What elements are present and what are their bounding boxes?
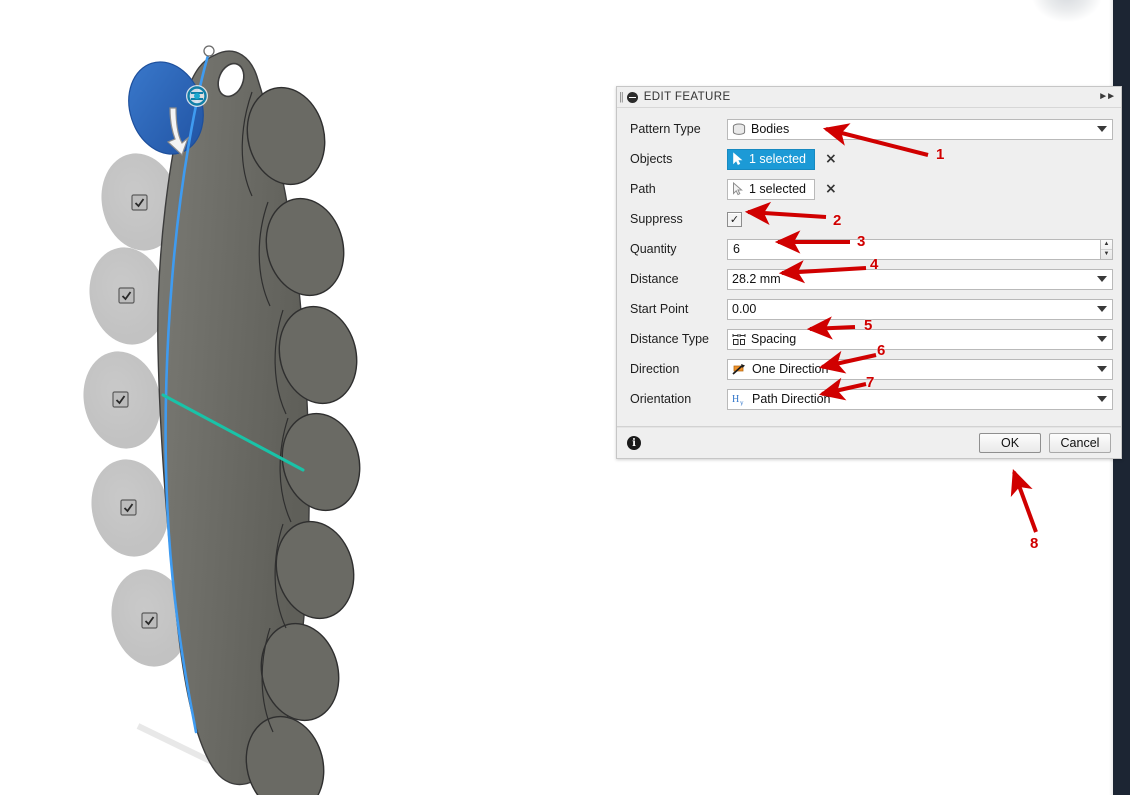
drag-grip-icon[interactable]: || <box>619 91 624 103</box>
quantity-input[interactable]: 6 <box>727 238 1100 260</box>
row-distance-type: Distance Type Spacing <box>625 324 1113 354</box>
suppress-label: Suppress <box>630 212 683 226</box>
suppress-checkbox[interactable]: ✓ <box>727 211 742 227</box>
cad-3d-viewport[interactable] <box>0 0 610 795</box>
start-point-input[interactable]: 0.00 <box>727 298 1113 320</box>
direction-combo[interactable]: One Direction <box>727 358 1113 380</box>
chevron-down-icon[interactable] <box>1097 336 1107 342</box>
objects-select-value: 1 selected <box>749 152 806 166</box>
chevron-down-icon[interactable] <box>1097 396 1107 402</box>
checkmark-icon: ✓ <box>729 212 740 226</box>
expand-right-icon[interactable]: ►► <box>1098 91 1116 102</box>
edit-feature-dialog[interactable]: || EDIT FEATURE ►► Pattern Type Bodies O… <box>616 86 1122 459</box>
annotation-number-8: 8 <box>1030 535 1039 552</box>
distance-type-combo[interactable]: Spacing <box>727 328 1113 350</box>
distance-type-label: Distance Type <box>630 332 709 346</box>
flip-direction-glyph[interactable] <box>186 85 208 107</box>
path-endpoint-handle <box>203 45 215 57</box>
orientation-label: Orientation <box>630 392 692 406</box>
path-select-button[interactable]: 1 selected <box>727 178 815 200</box>
dialog-title: EDIT FEATURE <box>643 91 731 103</box>
pattern-type-value: Bodies <box>751 122 790 136</box>
ok-button[interactable]: OK <box>979 433 1041 453</box>
path-select-value: 1 selected <box>749 182 806 196</box>
direction-value: One Direction <box>752 362 829 376</box>
svg-text:H: H <box>732 394 739 405</box>
stepper-up-icon[interactable]: ▲ <box>1101 240 1112 250</box>
path-label: Path <box>630 182 656 196</box>
row-quantity: Quantity 6 ▲ ▼ <box>625 234 1113 264</box>
annotation-arrow-8 <box>1010 468 1038 533</box>
stepper-down-icon[interactable]: ▼ <box>1101 250 1112 259</box>
objects-select-button[interactable]: 1 selected <box>727 148 815 170</box>
chevron-down-icon[interactable] <box>1097 126 1107 132</box>
cursor-arrow-outline-icon <box>732 182 744 196</box>
dialog-footer: i OK Cancel <box>617 427 1121 458</box>
row-start-point: Start Point 0.00 <box>625 294 1113 324</box>
objects-label: Objects <box>630 152 673 166</box>
row-direction: Direction One Direction <box>625 354 1113 384</box>
distance-input[interactable]: 28.2 mm <box>727 268 1113 290</box>
row-suppress: Suppress ✓ <box>625 204 1113 234</box>
row-path: Path 1 selected × <box>625 174 1113 204</box>
row-distance: Distance 28.2 mm <box>625 264 1113 294</box>
start-point-label: Start Point <box>630 302 689 316</box>
distance-type-value: Spacing <box>751 332 797 346</box>
pattern-type-label: Pattern Type <box>630 122 701 136</box>
chevron-down-icon[interactable] <box>1097 276 1107 282</box>
model-canvas[interactable] <box>0 0 610 795</box>
orientation-value: Path Direction <box>752 392 831 406</box>
row-pattern-type: Pattern Type Bodies <box>625 114 1113 144</box>
path-direction-icon: H y <box>732 393 747 406</box>
path-clear-icon[interactable]: × <box>825 182 837 196</box>
svg-text:y: y <box>740 399 744 406</box>
cursor-arrow-icon <box>732 152 744 166</box>
collapse-icon[interactable] <box>626 91 638 103</box>
quantity-stepper[interactable]: ▲ ▼ <box>1100 238 1113 260</box>
viewcube-glow <box>1032 0 1102 22</box>
distance-value: 28.2 mm <box>732 272 781 286</box>
row-objects: Objects 1 selected × <box>625 144 1113 174</box>
objects-clear-icon[interactable]: × <box>825 152 837 166</box>
row-orientation: Orientation H y Path Direction <box>625 384 1113 414</box>
direction-label: Direction <box>630 362 680 376</box>
spacing-icon <box>732 333 746 346</box>
body-icon <box>732 123 746 136</box>
cancel-button[interactable]: Cancel <box>1049 433 1111 453</box>
info-icon[interactable]: i <box>627 436 641 450</box>
chevron-down-icon[interactable] <box>1097 366 1107 372</box>
dialog-titlebar[interactable]: || EDIT FEATURE ►► <box>617 87 1121 108</box>
chevron-down-icon[interactable] <box>1097 306 1107 312</box>
distance-label: Distance <box>630 272 679 286</box>
dialog-body: Pattern Type Bodies Objects 1 selected ×… <box>617 108 1121 420</box>
quantity-label: Quantity <box>630 242 677 256</box>
orientation-combo[interactable]: H y Path Direction <box>727 388 1113 410</box>
quantity-value: 6 <box>733 242 740 256</box>
pattern-type-combo[interactable]: Bodies <box>727 118 1113 140</box>
start-point-value: 0.00 <box>732 302 757 316</box>
one-direction-icon <box>732 363 747 376</box>
